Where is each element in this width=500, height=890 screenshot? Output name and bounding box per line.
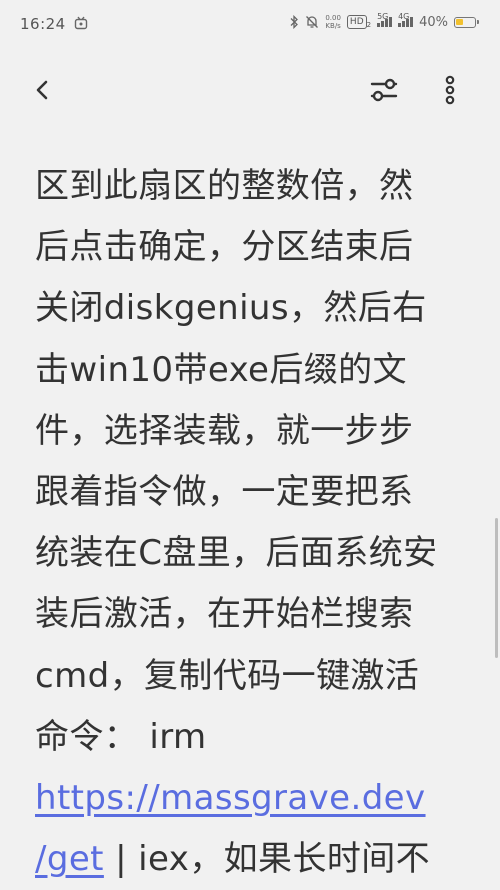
activation-link-part2[interactable]: /get (35, 839, 104, 879)
status-bar: 16:24 0.00 KB/s HD 2 5G 4G 40% (0, 0, 500, 50)
battery-fill (456, 18, 463, 25)
battery-icon (454, 16, 479, 28)
net-speed-value: 0.00 (325, 14, 341, 22)
article-body: 区到此扇区的整数倍，然 后点击确定，分区结束后 关闭diskgenius，然后右… (35, 156, 465, 890)
article-line: 区到此扇区的整数倍，然 (35, 166, 414, 206)
notification-icon (74, 16, 88, 30)
status-time: 16:24 (20, 15, 66, 33)
article-link-line-2: /get | iex，如果长时间不 (35, 829, 465, 890)
signal-5g: 5G (377, 12, 393, 27)
network-speed: 0.00 KB/s (325, 14, 341, 30)
hd-indicator: HD 2 (346, 15, 372, 29)
battery-percent: 40% (419, 14, 448, 30)
signal-4g: 4G (398, 12, 414, 27)
article-line: 件，选择装载，就一步步 (35, 410, 414, 451)
article-line: 命令： irm (35, 716, 207, 757)
bluetooth-icon (290, 15, 299, 29)
article-line: 装后激活，在开始栏搜索 (35, 594, 414, 635)
signal-4g-label: 4G (398, 12, 410, 21)
hd-sub: 2 (366, 21, 372, 29)
status-right: 0.00 KB/s HD 2 5G 4G 40% (289, 12, 479, 30)
hd-badge: HD (346, 15, 367, 29)
article-line: 后点击确定，分区结束后 (35, 227, 414, 268)
article-line: 关闭diskgenius，然后右 (35, 288, 427, 329)
scrollbar-thumb[interactable] (495, 518, 498, 658)
net-speed-unit: KB/s (325, 22, 341, 30)
article-after-link: | iex，如果长时间不 (103, 839, 431, 880)
article-line: cmd，复制代码一键激活 (35, 655, 420, 696)
top-toolbar (0, 60, 500, 120)
more-vertical-icon[interactable] (436, 72, 464, 108)
sliders-icon[interactable] (366, 72, 402, 108)
chevron-left-icon[interactable] (26, 74, 58, 106)
article-line: 统装在C盘里，后面系统安 (35, 533, 438, 574)
article-line: 击win10带exe后缀的文 (35, 349, 407, 390)
activation-link-part1[interactable]: https://massgrave.dev (35, 778, 426, 818)
article-link-line: https://massgrave.dev (35, 768, 465, 829)
mute-bell-icon (306, 16, 319, 28)
signal-5g-label: 5G (377, 12, 389, 21)
article-line: 跟着指令做，一定要把系 (35, 471, 414, 512)
